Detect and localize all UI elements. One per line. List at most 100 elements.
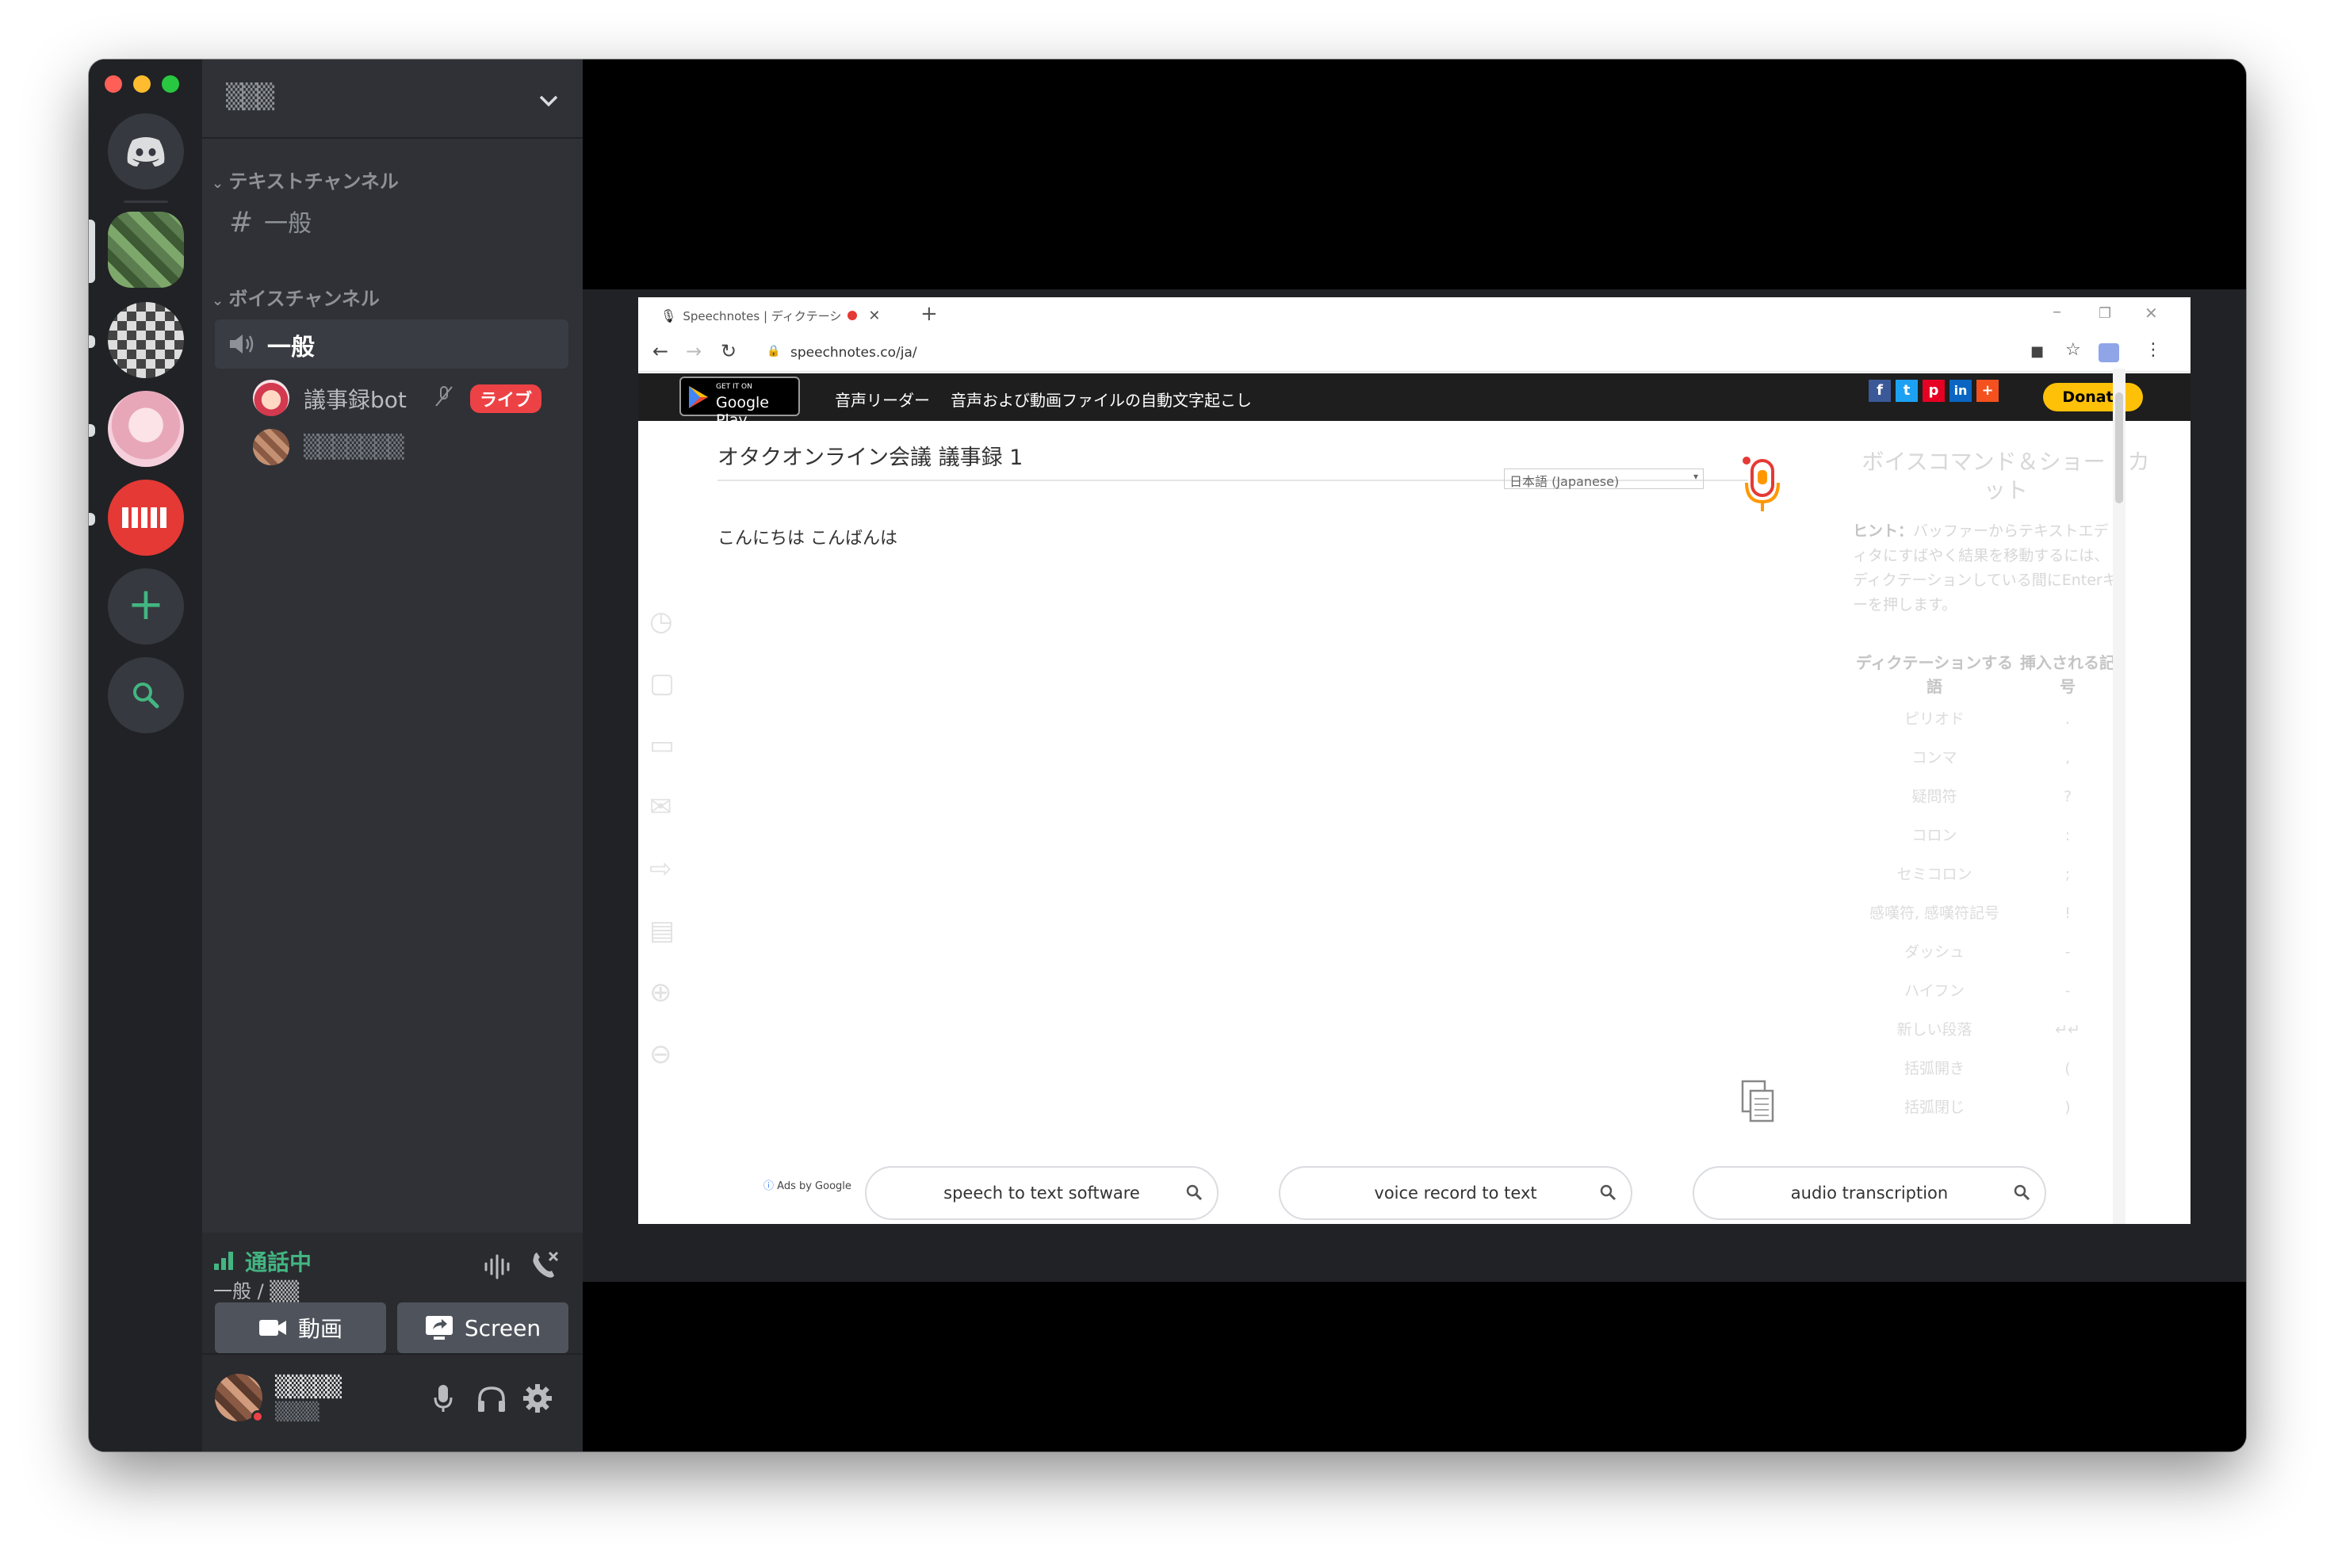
headphones-icon[interactable]	[476, 1385, 507, 1413]
command-row: 括弧開き (	[1851, 1059, 2121, 1098]
language-select[interactable]: 日本語 (Japanese) ▾	[1504, 468, 1704, 489]
screen-share-stage: 🎙 Speechnotes | ディクテーション ✕ + – ❐ ✕ ← → ↻…	[583, 59, 2246, 1451]
video-button[interactable]: 動画	[215, 1302, 386, 1353]
ad-search-3[interactable]: audio transcription	[1693, 1166, 2046, 1220]
server-icon-4[interactable]	[108, 480, 184, 556]
text-channels-category[interactable]: ⌄ テキストチャンネル	[212, 166, 399, 193]
scrollbar[interactable]	[2113, 369, 2125, 1224]
search-icon	[1600, 1184, 1617, 1201]
nav-link-voice-reader[interactable]: 音声リーダー	[835, 388, 930, 411]
new-file-icon[interactable]: ▢	[649, 652, 681, 714]
shared-browser-window[interactable]: 🎙 Speechnotes | ディクテーション ✕ + – ❐ ✕ ← → ↻…	[638, 297, 2191, 1224]
twitter-icon[interactable]: t	[1896, 380, 1918, 402]
discord-logo-icon	[127, 137, 165, 166]
google-play-icon	[689, 386, 708, 408]
screen-share-button[interactable]: Screen	[397, 1302, 568, 1353]
pinterest-icon[interactable]: p	[1923, 380, 1945, 402]
microphone-button[interactable]	[1742, 456, 1783, 511]
discord-window: + ▒▒▒ ⌄ テキストチャンネル # 一般 ⌄ ボイスチャンネル 一般 議事録…	[89, 59, 2246, 1451]
donate-button[interactable]: Donate	[2043, 383, 2143, 411]
url-text[interactable]: speechnotes.co/ja/	[790, 345, 917, 361]
editor-text[interactable]: こんにちは こんばんは	[717, 524, 897, 549]
window-controls	[105, 75, 179, 93]
command-row: ダッシュ -	[1851, 943, 2121, 981]
signal-icon	[214, 1252, 233, 1270]
copy-icon[interactable]	[1740, 1079, 1777, 1125]
disconnect-icon[interactable]	[529, 1250, 561, 1280]
browser-tab-bar: 🎙 Speechnotes | ディクテーション ✕ + – ❐ ✕	[638, 297, 2191, 334]
linkedin-icon[interactable]: in	[1949, 380, 1972, 402]
command-word: 括弧開き	[1904, 1060, 1965, 1077]
explore-servers-button[interactable]	[108, 657, 184, 733]
command-word: コロン	[1911, 827, 1957, 844]
category-label: テキストチャンネル	[228, 170, 399, 193]
folder-icon[interactable]: ▭	[649, 714, 681, 776]
google-play-badge[interactable]: GET IT ON Google Play	[679, 377, 800, 429]
command-symbol: -	[2064, 982, 2071, 1000]
nav-link-transcription[interactable]: 音声および動画ファイルの自動文字起こし	[951, 388, 1252, 411]
zoom-out-icon[interactable]: ⊖	[649, 1023, 681, 1085]
back-icon[interactable]: ←	[652, 340, 668, 362]
reload-icon[interactable]: ↻	[721, 340, 737, 362]
recording-indicator-icon	[848, 311, 858, 320]
clock-icon[interactable]: ◷	[649, 591, 681, 652]
zoom-window-button[interactable]	[162, 75, 179, 93]
server-icon-2[interactable]	[108, 302, 184, 378]
command-word: コンマ	[1911, 749, 1957, 767]
rail-separator	[124, 201, 168, 203]
info-icon: ⓘ	[763, 1180, 775, 1192]
print-icon[interactable]: ▤	[649, 900, 681, 962]
close-icon[interactable]: ✕	[2145, 304, 2158, 323]
minimize-window-button[interactable]	[133, 75, 151, 93]
server-header[interactable]: ▒▒▒	[202, 59, 583, 139]
social-links: f t p in +	[1869, 380, 1999, 402]
ad-search-2[interactable]: voice record to text	[1279, 1166, 1632, 1220]
channel-label: 一般	[264, 210, 312, 238]
voice-user-2[interactable]: ▒▒▒▒▒▒▒	[253, 426, 570, 470]
microphone-icon	[1743, 457, 1780, 511]
zoom-in-icon[interactable]: ⊕	[649, 962, 681, 1023]
command-symbol: ↵↵	[2055, 1021, 2080, 1038]
share-icon[interactable]: ⇨	[649, 838, 681, 900]
star-icon[interactable]: ☆	[2065, 340, 2081, 360]
browser-tab[interactable]: 🎙 Speechnotes | ディクテーション ✕	[643, 297, 897, 334]
google-plus-icon[interactable]: +	[1976, 380, 1999, 402]
extension-icon[interactable]	[2099, 343, 2119, 362]
close-tab-icon[interactable]: ✕	[868, 308, 880, 324]
ad-search-1[interactable]: speech to text software	[865, 1166, 1219, 1220]
command-word: 感嘆符, 感嘆符記号	[1869, 904, 2000, 922]
search-icon	[133, 683, 159, 709]
facebook-icon[interactable]: f	[1869, 380, 1891, 402]
search-icon	[1186, 1184, 1203, 1201]
new-tab-icon[interactable]: +	[920, 302, 938, 326]
add-server-button[interactable]: +	[108, 568, 184, 644]
lock-icon: 🔒	[767, 345, 781, 358]
site-header: GET IT ON Google Play 音声リーダー 音声および動画ファイル…	[638, 373, 2191, 429]
command-row: 感嘆符, 感嘆符記号!	[1851, 904, 2121, 943]
screen-share-label: Screen	[464, 1314, 541, 1341]
voice-channels-category[interactable]: ⌄ ボイスチャンネル	[212, 283, 380, 311]
noise-suppression-icon[interactable]	[483, 1253, 515, 1280]
camera-icon[interactable]: ■	[2030, 343, 2044, 360]
scrollbar-thumb[interactable]	[2115, 392, 2123, 503]
settings-gear-icon[interactable]	[522, 1383, 553, 1413]
language-value: 日本語 (Japanese)	[1509, 474, 1620, 489]
text-channel-general[interactable]: # 一般	[229, 204, 312, 239]
minimize-icon[interactable]: –	[2053, 302, 2061, 322]
menu-icon[interactable]: ⋮	[2145, 340, 2162, 360]
close-window-button[interactable]	[105, 75, 122, 93]
document-title[interactable]: オタクオンライン会議 議事録 1	[717, 446, 1023, 470]
server-icon-3[interactable]	[108, 391, 184, 467]
microphone-favicon-icon: 🎙	[660, 308, 677, 323]
voice-user-bot[interactable]: 議事録bot ライブ	[253, 375, 570, 419]
server-icon-1[interactable]	[108, 212, 184, 288]
ad-text: voice record to text	[1374, 1184, 1537, 1203]
restore-icon[interactable]: ❐	[2099, 305, 2111, 322]
mic-muted-icon	[435, 386, 453, 407]
voice-channel-general[interactable]: 一般	[215, 319, 568, 369]
command-symbol: :	[2064, 827, 2071, 844]
discord-home-button[interactable]	[108, 113, 184, 189]
microphone-icon[interactable]	[434, 1383, 453, 1413]
forward-icon[interactable]: →	[686, 340, 702, 362]
email-icon[interactable]: ✉	[649, 776, 681, 838]
